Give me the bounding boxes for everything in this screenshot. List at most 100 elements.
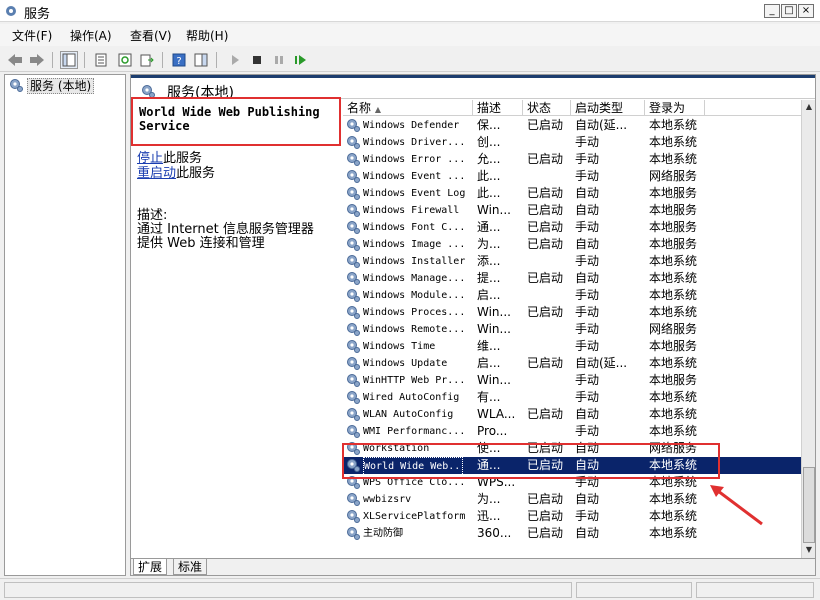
service-status: 已启动 bbox=[527, 152, 564, 166]
start-service-icon[interactable] bbox=[226, 51, 244, 69]
table-row[interactable]: WMI Performanc... Pro... 手动 本地系统 bbox=[343, 423, 801, 440]
stop-service-link[interactable]: 停止此服务 bbox=[137, 151, 202, 166]
service-desc: 保... bbox=[477, 118, 501, 132]
service-name: Windows Error ... bbox=[363, 154, 466, 165]
service-startup-type: 自动 bbox=[575, 186, 600, 200]
service-logon: 网络服务 bbox=[649, 169, 698, 183]
menu-file[interactable]: 文件(F) bbox=[12, 27, 52, 44]
table-row[interactable]: World Wide Web... 通... 已启动 自动 本地系统 bbox=[343, 457, 801, 476]
service-status: 已启动 bbox=[527, 492, 564, 506]
table-row[interactable]: Windows Event ... 此... 手动 网络服务 bbox=[343, 168, 801, 185]
tab-standard[interactable]: 标准 bbox=[173, 559, 208, 575]
table-row[interactable]: Windows Remote... Win... 手动 网络服务 bbox=[343, 321, 801, 338]
status-bar bbox=[0, 578, 820, 600]
toolbar: ? bbox=[0, 48, 820, 72]
service-startup-type: 自动 bbox=[575, 271, 600, 285]
service-gear-icon bbox=[347, 425, 360, 438]
menu-view[interactable]: 查看(V) bbox=[130, 27, 172, 44]
scroll-thumb[interactable] bbox=[803, 467, 815, 543]
table-row[interactable]: Windows Image ... 为... 已启动 自动 本地服务 bbox=[343, 236, 801, 253]
minimize-button[interactable]: _ bbox=[764, 4, 780, 18]
show-hide-action-pane-icon[interactable] bbox=[192, 51, 210, 69]
service-gear-icon bbox=[347, 187, 360, 200]
stop-service-icon[interactable] bbox=[248, 51, 266, 69]
table-row[interactable]: Windows Installer 添... 手动 本地系统 bbox=[343, 253, 801, 270]
help-icon[interactable]: ? bbox=[170, 51, 188, 69]
table-row[interactable]: Windows Module... 启... 手动 本地系统 bbox=[343, 287, 801, 304]
scroll-up-icon[interactable]: ▲ bbox=[803, 101, 815, 113]
maximize-button[interactable]: □ bbox=[781, 4, 797, 18]
column-desc[interactable]: 描述 bbox=[473, 100, 523, 116]
service-logon: 本地系统 bbox=[649, 458, 698, 472]
service-name: 主动防御 bbox=[363, 528, 403, 539]
column-name[interactable]: 名称 ▲ bbox=[343, 100, 473, 116]
table-row[interactable]: WinHTTP Web Pr... Win... 手动 本地服务 bbox=[343, 372, 801, 389]
service-logon: 本地系统 bbox=[649, 118, 698, 132]
refresh-icon[interactable] bbox=[116, 51, 134, 69]
forward-arrow-icon[interactable] bbox=[28, 51, 46, 69]
service-name: Windows Time bbox=[363, 341, 436, 352]
restart-service-link[interactable]: 重启动此服务 bbox=[137, 166, 215, 181]
properties-icon[interactable] bbox=[92, 51, 110, 69]
table-row[interactable]: Windows Update 启... 已启动 自动(延... 本地系统 bbox=[343, 355, 801, 372]
menu-bar: 文件(F) 操作(A) 查看(V) 帮助(H) bbox=[0, 24, 820, 46]
service-desc: 提... bbox=[477, 271, 501, 285]
description-text: 通过 Internet 信息服务管理器 提供 Web 连接和管理 bbox=[137, 222, 314, 251]
service-name: Windows Remote... bbox=[363, 324, 466, 335]
service-status: 已启动 bbox=[527, 356, 564, 370]
column-startup-type[interactable]: 启动类型 bbox=[571, 100, 645, 116]
service-status: 已启动 bbox=[527, 118, 564, 132]
service-desc: Win... bbox=[477, 373, 511, 387]
service-gear-icon bbox=[347, 493, 360, 506]
service-name: wwbizsrv bbox=[363, 494, 412, 505]
vertical-scrollbar[interactable]: ▲ ▼ bbox=[801, 100, 815, 558]
service-detail: World Wide Web Publishing Service 停止此服务 … bbox=[131, 97, 343, 555]
table-row[interactable]: Windows Firewall Win... 已启动 自动 本地服务 bbox=[343, 202, 801, 219]
table-row[interactable]: Windows Event Log 此... 已启动 自动 本地服务 bbox=[343, 185, 801, 202]
service-name: WPS Office Clo... bbox=[363, 477, 466, 488]
service-logon: 本地系统 bbox=[649, 390, 698, 404]
table-row[interactable]: WLAN AutoConfig WLA... 已启动 自动 本地系统 bbox=[343, 406, 801, 423]
tab-extended[interactable]: 扩展 bbox=[133, 559, 168, 575]
service-gear-icon bbox=[347, 391, 360, 404]
service-startup-type: 手动 bbox=[575, 424, 600, 438]
service-logon: 网络服务 bbox=[649, 322, 698, 336]
table-row[interactable]: Windows Defender 保... 已启动 自动(延... 本地系统 bbox=[343, 117, 801, 134]
menu-help[interactable]: 帮助(H) bbox=[186, 27, 228, 44]
close-button[interactable]: × bbox=[798, 4, 814, 18]
services-gear-icon bbox=[10, 79, 23, 92]
service-startup-type: 自动 bbox=[575, 203, 600, 217]
table-row[interactable]: Windows Font C... 通... 已启动 手动 本地服务 bbox=[343, 219, 801, 236]
service-gear-icon bbox=[347, 238, 360, 251]
back-arrow-icon[interactable] bbox=[6, 51, 24, 69]
service-logon: 本地系统 bbox=[649, 254, 698, 268]
service-desc: 有... bbox=[477, 390, 501, 404]
table-row[interactable]: Windows Driver... 创... 手动 本地系统 bbox=[343, 134, 801, 151]
menu-action[interactable]: 操作(A) bbox=[70, 27, 112, 44]
scroll-down-icon[interactable]: ▼ bbox=[803, 544, 815, 556]
service-desc: 迅... bbox=[477, 509, 501, 523]
table-row[interactable]: Windows Proces... Win... 已启动 手动 本地系统 bbox=[343, 304, 801, 321]
sort-ascending-icon: ▲ bbox=[374, 105, 381, 114]
restart-service-icon[interactable] bbox=[292, 51, 310, 69]
service-logon: 本地系统 bbox=[649, 305, 698, 319]
service-gear-icon bbox=[347, 357, 360, 370]
pause-service-icon[interactable] bbox=[270, 51, 288, 69]
table-row[interactable]: Workstation 使... 已启动 自动 网络服务 bbox=[343, 440, 801, 457]
export-list-icon[interactable] bbox=[138, 51, 156, 69]
table-row[interactable]: Windows Manage... 提... 已启动 自动 本地系统 bbox=[343, 270, 801, 287]
service-logon: 本地服务 bbox=[649, 237, 698, 251]
service-gear-icon bbox=[347, 221, 360, 234]
service-startup-type: 手动 bbox=[575, 135, 600, 149]
table-row[interactable]: Wired AutoConfig 有... 手动 本地系统 bbox=[343, 389, 801, 406]
console-tree-icon[interactable] bbox=[60, 51, 78, 69]
column-status[interactable]: 状态 bbox=[523, 100, 571, 116]
service-logon: 本地服务 bbox=[649, 220, 698, 234]
table-row[interactable]: Windows Time 维... 手动 本地服务 bbox=[343, 338, 801, 355]
column-logon-as[interactable]: 登录为 bbox=[645, 100, 705, 116]
service-gear-icon bbox=[347, 459, 360, 472]
table-row[interactable]: Windows Error ... 允... 已启动 手动 本地系统 bbox=[343, 151, 801, 168]
service-name: Windows Event Log bbox=[363, 188, 466, 199]
service-desc: 360... bbox=[477, 526, 512, 540]
service-status: 已启动 bbox=[527, 220, 564, 234]
